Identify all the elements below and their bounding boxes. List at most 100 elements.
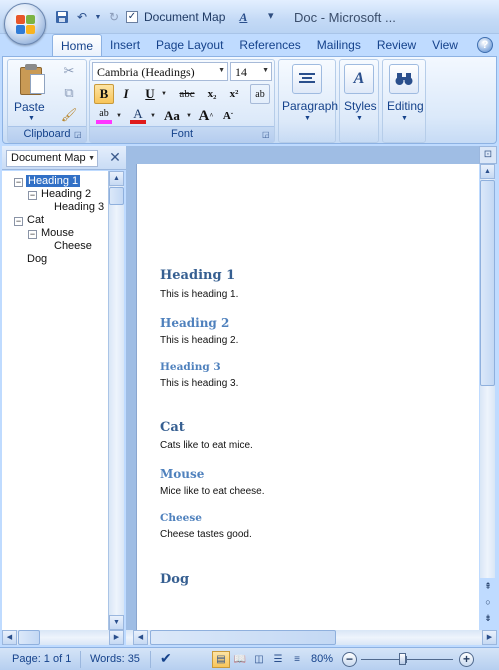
document-horizontal-scrollbar[interactable]: ◀ ▶ xyxy=(126,630,497,645)
previous-page-icon[interactable]: ⇞ xyxy=(479,578,497,594)
ribbon-home: Paste ▼ ✂ ⧉ 🖌 Clipboard ◲ Cambria (Headi… xyxy=(2,56,497,144)
collapse-toggle-icon[interactable]: − xyxy=(14,217,23,226)
undo-dropdown-icon[interactable]: ▼ xyxy=(94,9,102,25)
tab-home[interactable]: Home xyxy=(52,34,103,56)
doc-heading: Heading 2 xyxy=(160,316,230,330)
tab-references[interactable]: References xyxy=(231,34,308,56)
doc-heading: Heading 1 xyxy=(160,268,236,283)
tab-view[interactable]: View xyxy=(424,34,466,56)
collapse-toggle-icon[interactable]: − xyxy=(14,178,23,187)
tab-mailings[interactable]: Mailings xyxy=(309,34,369,56)
font-name-combo[interactable]: Cambria (Headings) ▼ xyxy=(92,62,228,81)
document-map-header: Document Map ▼ ✕ xyxy=(2,146,126,170)
document-map-checkbox[interactable]: ✓ xyxy=(126,11,138,23)
tab-review[interactable]: Review xyxy=(369,34,424,56)
highlight-dropdown-icon[interactable]: ▼ xyxy=(116,113,122,119)
font-color-button[interactable]: A xyxy=(128,106,148,126)
zoom-out-icon[interactable]: − xyxy=(342,652,357,667)
tree-item-heading-3[interactable]: Heading 3 xyxy=(54,201,104,213)
word-count[interactable]: Words: 35 xyxy=(90,653,140,665)
full-screen-reading-button[interactable]: 📖 xyxy=(231,651,249,668)
next-page-icon[interactable]: ⇟ xyxy=(479,610,497,626)
grow-font-button[interactable]: A ^ xyxy=(196,106,216,126)
zoom-level[interactable]: 80% xyxy=(311,653,333,665)
customize-quick-access-icon[interactable]: ▾ xyxy=(268,9,274,22)
styles-group[interactable]: A Styles ▼ xyxy=(339,59,379,143)
select-browse-object-icon[interactable]: ○ xyxy=(479,594,497,610)
document-map-horizontal-scrollbar[interactable]: ◀ ▶ xyxy=(2,630,124,645)
scrollbar-thumb[interactable] xyxy=(150,630,336,645)
scrollbar-thumb[interactable] xyxy=(109,187,124,205)
paragraph-icon xyxy=(292,64,322,94)
scroll-right-icon[interactable]: ▶ xyxy=(482,630,497,645)
shrink-font-button[interactable]: Aˇ xyxy=(218,106,238,126)
scroll-up-icon[interactable]: ▲ xyxy=(109,171,124,186)
scroll-up-icon[interactable]: ▲ xyxy=(480,164,495,179)
tree-item-dog[interactable]: Dog xyxy=(27,253,47,265)
office-logo-icon xyxy=(16,15,36,35)
office-button[interactable] xyxy=(4,3,46,45)
scroll-right-icon[interactable]: ▶ xyxy=(109,630,124,645)
outline-view-button[interactable]: ☰ xyxy=(269,651,287,668)
paste-button[interactable]: Paste ▼ xyxy=(8,60,54,126)
document-page[interactable]: Heading 1 This is heading 1. Heading 2 T… xyxy=(136,164,479,630)
styles-icon: A xyxy=(344,64,374,94)
paragraph-group[interactable]: Paragraph ▼ xyxy=(278,59,339,143)
styles-label: Styles xyxy=(344,99,377,113)
close-icon[interactable]: ✕ xyxy=(106,148,124,166)
clear-formatting-icon[interactable]: ab xyxy=(250,84,270,104)
text-style-icon[interactable]: A xyxy=(235,9,251,25)
undo-icon[interactable]: ↶ xyxy=(74,9,90,25)
redo-icon[interactable]: ↻ xyxy=(106,9,122,25)
editing-group[interactable]: Editing ▼ xyxy=(382,59,426,143)
copy-icon[interactable]: ⧉ xyxy=(60,84,78,102)
draft-view-button[interactable]: ≡ xyxy=(288,651,306,668)
tree-item-cheese[interactable]: Cheese xyxy=(54,240,92,252)
format-painter-icon[interactable]: 🖌 xyxy=(60,106,78,124)
cut-icon[interactable]: ✂ xyxy=(60,62,78,80)
save-icon[interactable] xyxy=(54,9,70,25)
scroll-left-icon[interactable]: ◀ xyxy=(2,630,17,645)
tree-item-cat[interactable]: Cat xyxy=(27,214,44,226)
scroll-down-icon[interactable]: ▼ xyxy=(109,615,124,630)
change-case-button[interactable]: Aa xyxy=(160,106,184,126)
print-layout-view-button[interactable]: ▤ xyxy=(212,651,230,668)
tab-page-layout[interactable]: Page Layout xyxy=(148,34,231,56)
underline-button[interactable]: U xyxy=(140,84,160,104)
font-launcher-icon[interactable]: ◲ xyxy=(262,130,272,140)
highlight-button[interactable]: ab xyxy=(94,106,114,126)
scrollbar-thumb[interactable] xyxy=(480,180,495,386)
underline-dropdown-icon[interactable]: ▼ xyxy=(161,91,167,97)
tab-insert[interactable]: Insert xyxy=(102,34,148,56)
view-ruler-icon[interactable]: ⊡ xyxy=(479,146,497,164)
superscript-button[interactable]: x² xyxy=(224,84,244,104)
clipboard-launcher-icon[interactable]: ◲ xyxy=(74,130,84,140)
tree-item-heading-1[interactable]: Heading 1 xyxy=(26,175,81,187)
font-size-combo[interactable]: 14 ▼ xyxy=(230,62,272,81)
strikethrough-button[interactable]: abc xyxy=(174,84,200,104)
window-title: Doc - Microsoft ... xyxy=(294,10,396,25)
web-layout-view-button[interactable]: ◫ xyxy=(250,651,268,668)
tree-item-mouse[interactable]: Mouse xyxy=(41,227,74,239)
paragraph-label: Paragraph xyxy=(282,99,339,113)
zoom-slider-thumb[interactable] xyxy=(398,653,406,665)
document-map-selector[interactable]: Document Map ▼ xyxy=(6,150,98,167)
italic-button[interactable]: I xyxy=(116,84,136,104)
scroll-left-icon[interactable]: ◀ xyxy=(133,630,148,645)
tree-item-heading-2[interactable]: Heading 2 xyxy=(41,188,91,200)
document-vertical-scrollbar[interactable]: ▲ xyxy=(480,164,495,578)
zoom-in-icon[interactable]: + xyxy=(459,652,474,667)
font-color-dropdown-icon[interactable]: ▼ xyxy=(150,113,156,119)
bold-button[interactable]: B xyxy=(94,84,114,104)
scrollbar-thumb[interactable] xyxy=(18,630,40,645)
help-icon[interactable]: ? xyxy=(477,37,493,53)
collapse-toggle-icon[interactable]: − xyxy=(28,191,37,200)
binoculars-icon xyxy=(389,64,419,94)
proofing-icon[interactable]: ✔ xyxy=(160,650,172,667)
page-count[interactable]: Page: 1 of 1 xyxy=(12,653,71,665)
change-case-dropdown-icon[interactable]: ▼ xyxy=(186,113,192,119)
collapse-toggle-icon[interactable]: − xyxy=(28,230,37,239)
zoom-slider[interactable] xyxy=(361,659,453,660)
document-map-vertical-scrollbar[interactable]: ▲ ▼ xyxy=(109,171,124,630)
subscript-button[interactable]: x₂ xyxy=(202,84,222,104)
